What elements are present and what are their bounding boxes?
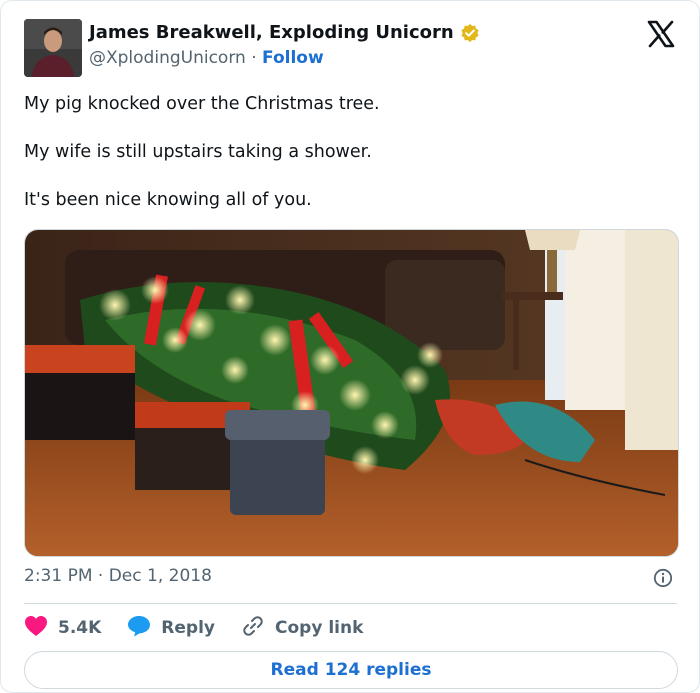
info-icon[interactable] xyxy=(653,568,673,588)
tweet-card: James Breakwell, Exploding Unicorn @Xplo… xyxy=(0,0,700,693)
divider xyxy=(24,603,677,604)
follow-button[interactable]: Follow xyxy=(262,48,324,68)
tweet-text: My pig knocked over the Christmas tree. … xyxy=(24,92,380,236)
tweet-photo[interactable] xyxy=(24,229,679,557)
timestamp-separator: · xyxy=(97,566,104,586)
read-replies-button[interactable]: Read 124 replies xyxy=(24,651,678,689)
handle-separator: · xyxy=(251,48,257,68)
reply-label: Reply xyxy=(161,618,215,638)
avatar[interactable] xyxy=(24,19,82,77)
heart-icon xyxy=(24,615,48,642)
like-count: 5.4K xyxy=(58,618,102,638)
author-handle[interactable]: @XplodingUnicorn xyxy=(89,48,246,68)
tweet-line: My pig knocked over the Christmas tree. xyxy=(24,94,380,114)
link-icon xyxy=(241,614,265,643)
tweet-date: Dec 1, 2018 xyxy=(108,566,212,586)
x-logo-icon[interactable] xyxy=(646,19,676,49)
author-handle-row: @XplodingUnicorn · Follow xyxy=(89,48,324,68)
reply-button[interactable]: Reply xyxy=(127,615,215,642)
tweet-time: 2:31 PM xyxy=(24,566,93,586)
like-button[interactable]: 5.4K xyxy=(24,615,101,642)
tweet-line: It's been nice knowing all of you. xyxy=(24,190,312,210)
tweet-line: My wife is still upstairs taking a showe… xyxy=(24,142,372,162)
copy-link-button[interactable]: Copy link xyxy=(241,614,363,643)
copy-link-label: Copy link xyxy=(275,618,364,638)
author-name-row: James Breakwell, Exploding Unicorn xyxy=(89,22,480,43)
action-bar: 5.4K Reply Copy link xyxy=(24,613,389,643)
author-name[interactable]: James Breakwell, Exploding Unicorn xyxy=(89,22,454,43)
reply-bubble-icon xyxy=(127,615,151,642)
tweet-timestamp[interactable]: 2:31 PM · Dec 1, 2018 xyxy=(24,566,212,586)
verified-badge-icon xyxy=(460,23,480,43)
